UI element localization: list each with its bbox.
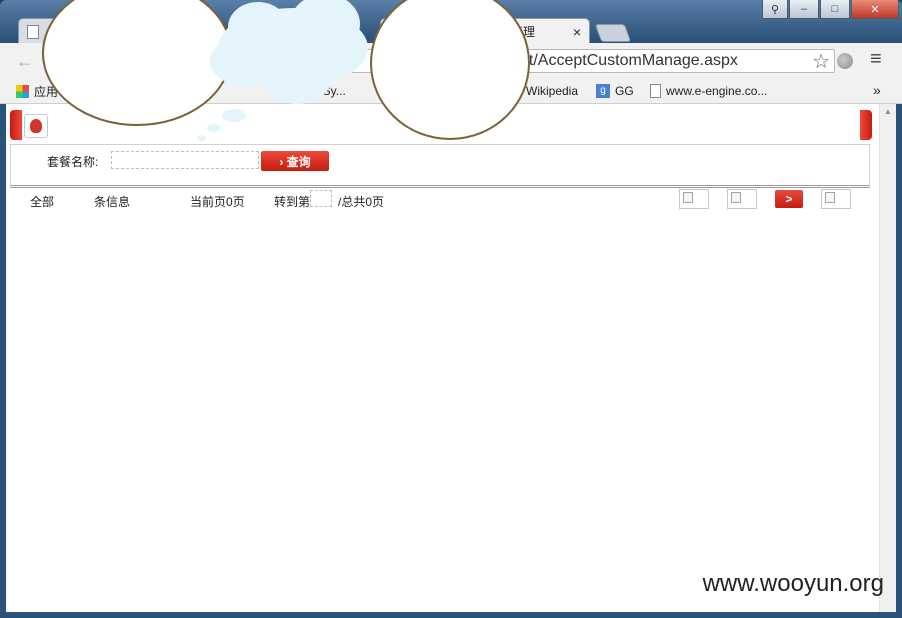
pager-total: /总共0页	[338, 195, 385, 209]
vertical-scrollbar[interactable]: ▲	[879, 104, 896, 612]
search-button[interactable]: › 查询	[261, 151, 329, 171]
page-viewport: 套餐名称: › 查询 全部 条信息 当前页0页 转到第 /总共0页 > ▲ ww…	[6, 104, 896, 612]
page-icon	[27, 24, 39, 39]
pager-goto-label: 转到第	[274, 195, 311, 209]
package-name-input[interactable]	[111, 151, 259, 169]
pager-goto-input[interactable]	[310, 190, 332, 207]
scroll-up-icon[interactable]: ▲	[884, 107, 892, 116]
go-page-button[interactable]: >	[775, 190, 803, 208]
prev-page-button[interactable]	[727, 189, 757, 209]
menu-icon[interactable]: ≡	[870, 48, 882, 71]
header-left-tab	[10, 110, 22, 140]
tab-close-icon[interactable]: ×	[573, 24, 581, 40]
pager-current-page: 当前页0页	[190, 195, 245, 209]
new-tab-button[interactable]	[594, 24, 632, 42]
browser-window: ⚲ – □ ✕ 管理 × ← pt/AcceptCustomManage.asp…	[0, 0, 902, 618]
pager-items-label: 条信息	[94, 195, 131, 209]
watermark: www.wooyun.org	[702, 570, 884, 597]
module-icon	[24, 114, 48, 138]
back-icon[interactable]: ←	[16, 51, 34, 72]
search-panel: 套餐名称: › 查询	[10, 144, 870, 188]
google-icon: g	[596, 84, 610, 98]
address-url: pt/AcceptCustomManage.aspx	[520, 52, 738, 69]
search-label: 套餐名称:	[47, 155, 99, 169]
bookmarks-more-icon[interactable]: »	[873, 82, 881, 98]
header-right-tab	[860, 110, 872, 140]
bookmark-label: www.e-engine.co...	[666, 84, 768, 98]
bookmark-wikipedia[interactable]: Wikipedia	[526, 82, 578, 100]
bookmark-label: GG	[615, 84, 634, 98]
bookmark-gg[interactable]: g GG	[596, 82, 634, 100]
page-icon	[650, 84, 661, 98]
last-page-button[interactable]	[821, 189, 851, 209]
globe-icon[interactable]	[837, 53, 853, 69]
bookmark-e-engine[interactable]: www.e-engine.co...	[650, 82, 767, 100]
apps-grid-icon	[16, 84, 29, 98]
first-page-button[interactable]	[679, 189, 709, 209]
star-icon[interactable]: ☆	[812, 49, 830, 74]
bookmark-label: Wikipedia	[526, 84, 579, 98]
pager-all[interactable]: 全部	[30, 193, 54, 210]
